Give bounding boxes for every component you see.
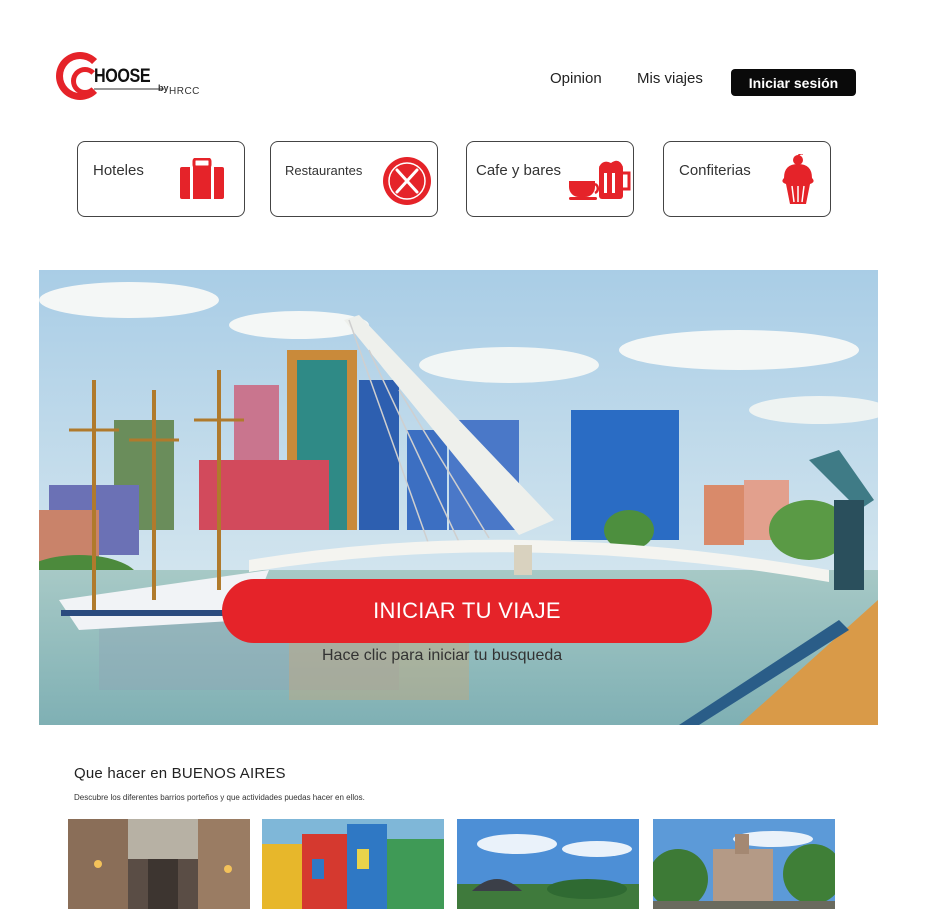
neighborhood-thumbnail[interactable] [653,819,835,909]
neighborhood-thumbnail[interactable] [457,819,639,909]
login-button[interactable]: Iniciar sesión [731,69,856,96]
logo-brand: HOOSE [94,66,151,87]
logo-hrcc: HRCC [169,86,200,97]
recoleta-photo [653,819,835,909]
nav-mis-viajes-link[interactable]: Mis viajes [637,70,703,87]
logo[interactable]: HOOSE by HRCC [56,52,206,104]
category-label: Hoteles [93,162,144,179]
neighborhood-thumbnail[interactable] [68,819,250,909]
category-card-restaurantes[interactable]: Restaurantes [270,141,438,217]
logo-by: by [158,83,169,93]
luggage-icon [180,158,224,199]
fork-knife-icon [383,157,431,205]
neighborhood-thumbnail[interactable] [262,819,444,909]
category-label: Cafe y bares [476,162,562,179]
cupcake-icon [782,154,814,204]
caminito-photo [262,819,444,909]
coffee-beer-icon [569,160,631,200]
start-trip-button[interactable]: INICIAR TU VIAJE [222,579,712,643]
section-title: Que hacer en BUENOS AIRES [74,765,286,782]
logo-tagline-line [94,88,164,90]
planetarium-photo [457,819,639,909]
category-label: Confiterias [679,162,751,179]
start-trip-hint: Hace clic para iniciar tu busqueda [322,647,563,664]
section-description: Descubre los diferentes barrios porteños… [74,793,365,802]
category-card-cafe-bares[interactable]: Cafe y bares [466,141,634,217]
category-card-confiterias[interactable]: Confiterias [663,141,831,217]
category-label: Restaurantes [285,163,363,178]
street-photo [68,819,250,909]
nav-opinion-link[interactable]: Opinion [550,70,602,87]
category-card-hoteles[interactable]: Hoteles [77,141,245,217]
